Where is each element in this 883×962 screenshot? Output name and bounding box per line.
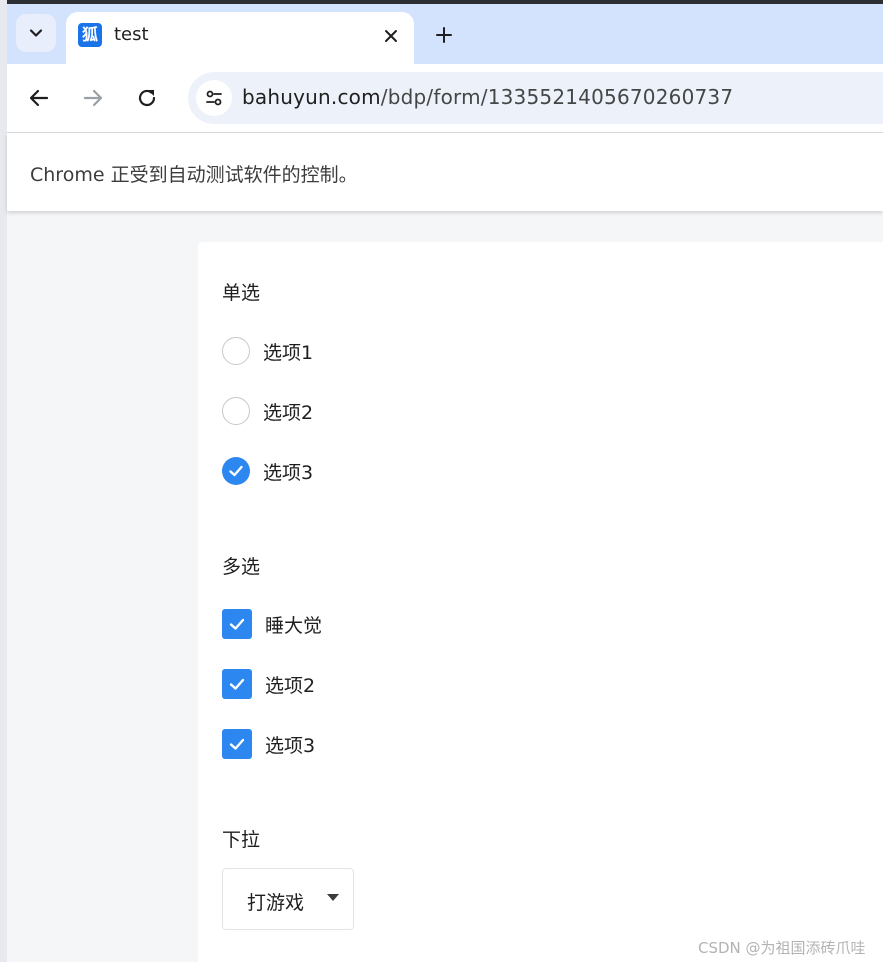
tab-close-button[interactable] xyxy=(378,23,404,49)
radio-option-label: 选项1 xyxy=(263,341,314,364)
site-info-button[interactable] xyxy=(196,80,232,116)
dropdown-selected-value: 打游戏 xyxy=(247,892,305,914)
url-text[interactable]: bahuyun.com/bdp/form/1335521405670260737 xyxy=(242,85,733,109)
checkbox-option-label: 睡大觉 xyxy=(265,614,323,637)
browser-toolbar: bahuyun.com/bdp/form/1335521405670260737 xyxy=(7,64,883,133)
tune-icon xyxy=(206,90,222,106)
radio-button-selected[interactable] xyxy=(222,457,250,485)
tab-search-button[interactable] xyxy=(16,14,56,52)
checkbox-checked[interactable] xyxy=(222,609,252,639)
radio-option-label: 选项3 xyxy=(263,461,314,484)
forward-arrow-icon xyxy=(83,89,103,107)
check-icon xyxy=(229,678,245,690)
reload-button[interactable] xyxy=(131,82,163,114)
site-favicon-icon: 狐 xyxy=(78,23,102,47)
radio-option-3[interactable]: 选项3 xyxy=(222,456,313,486)
caret-down-icon xyxy=(327,894,339,901)
close-icon xyxy=(385,30,397,42)
radio-option-1[interactable]: 选项1 xyxy=(222,336,313,366)
new-tab-button[interactable] xyxy=(431,22,457,48)
tab-strip: 狐 test xyxy=(7,4,883,64)
reload-icon xyxy=(138,89,156,107)
radio-option-label: 选项2 xyxy=(263,401,314,424)
dropdown-select[interactable]: 打游戏 xyxy=(222,868,354,930)
select-section-title: 下拉 xyxy=(222,829,261,851)
active-tab[interactable]: 狐 test xyxy=(66,12,414,64)
plus-icon xyxy=(436,27,452,43)
address-bar[interactable]: bahuyun.com/bdp/form/1335521405670260737 xyxy=(188,72,883,124)
checkbox-option-2[interactable]: 选项2 xyxy=(222,669,315,699)
check-icon xyxy=(229,738,245,750)
back-button[interactable] xyxy=(23,82,55,114)
radio-option-2[interactable]: 选项2 xyxy=(222,396,313,426)
form-card: 单选 选项1 选项2 选项3 多选 睡大觉 选项2 选项3 下拉 打游戏 xyxy=(198,242,883,962)
radio-section-title: 单选 xyxy=(222,282,261,304)
automation-infobar: Chrome 正受到自动测试软件的控制。 xyxy=(7,133,883,211)
check-icon xyxy=(229,465,243,477)
checkbox-option-1[interactable]: 睡大觉 xyxy=(222,609,322,639)
radio-button[interactable] xyxy=(222,337,250,365)
watermark-text: CSDN @为祖国添砖爪哇 xyxy=(698,939,866,957)
checkbox-option-3[interactable]: 选项3 xyxy=(222,729,315,759)
forward-button[interactable] xyxy=(77,82,109,114)
checkbox-checked[interactable] xyxy=(222,669,252,699)
automation-notice-text: Chrome 正受到自动测试软件的控制。 xyxy=(30,164,358,186)
back-arrow-icon xyxy=(29,89,49,107)
background-window-edge xyxy=(0,0,7,962)
tab-title: test xyxy=(114,24,149,45)
radio-button[interactable] xyxy=(222,397,250,425)
checkbox-option-label: 选项2 xyxy=(265,674,316,697)
checkbox-option-label: 选项3 xyxy=(265,734,316,757)
check-icon xyxy=(229,618,245,630)
chevron-down-icon xyxy=(29,29,43,37)
checkbox-checked[interactable] xyxy=(222,729,252,759)
url-host: bahuyun.com xyxy=(242,85,381,109)
checkbox-section-title: 多选 xyxy=(222,556,261,578)
url-path: /bdp/form/1335521405670260737 xyxy=(380,85,734,109)
